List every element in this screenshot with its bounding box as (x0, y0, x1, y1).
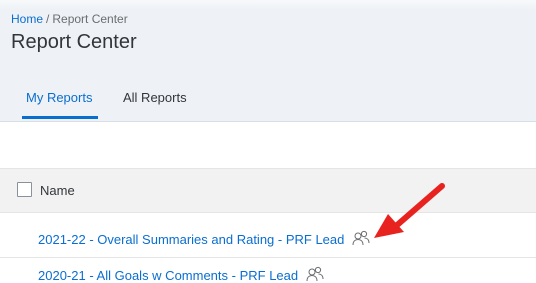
breadcrumb: Home / Report Center (11, 12, 128, 26)
report-link[interactable]: 2021-22 - Overall Summaries and Rating -… (38, 232, 344, 247)
tab-my-reports[interactable]: My Reports (26, 90, 92, 105)
report-link[interactable]: 2020-21 - All Goals w Comments - PRF Lea… (38, 268, 298, 283)
page-header: Home / Report Center Report Center My Repo… (0, 0, 536, 122)
breadcrumb-separator: / (46, 12, 50, 26)
shared-users-icon (352, 230, 370, 246)
breadcrumb-home-link[interactable]: Home (11, 12, 43, 26)
shared-users-icon (306, 266, 324, 282)
table-row[interactable]: 2020-21 - All Goals w Comments - PRF Lea… (0, 258, 536, 283)
table-toolbar (0, 123, 536, 168)
annotation-arrow-icon (374, 183, 445, 238)
breadcrumb-current: Report Center (52, 12, 128, 26)
page-title: Report Center (11, 31, 137, 53)
tab-all-reports[interactable]: All Reports (123, 90, 187, 105)
select-all-checkbox[interactable] (17, 182, 32, 197)
column-header-name[interactable]: Name (40, 183, 75, 198)
selected-tab-indicator (22, 116, 98, 119)
header-top-shade (0, 0, 536, 10)
